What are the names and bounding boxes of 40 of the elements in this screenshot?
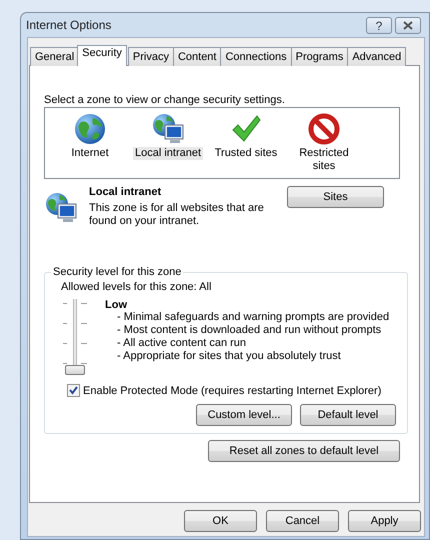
custom-level-button[interactable]: Custom level... (196, 404, 292, 426)
tab[interactable]: Security (77, 45, 127, 66)
default-level-button[interactable]: Default level (300, 404, 396, 426)
zone-item[interactable]: Trusted sites (212, 147, 280, 160)
zone-item[interactable]: Local intranet (132, 147, 204, 160)
description-line: - All active content can run (117, 337, 248, 350)
zone-item[interactable]: Restricted sites (285, 147, 363, 173)
allowed-levels-text: Allowed levels for this zone: All (61, 281, 212, 293)
close-icon (403, 21, 413, 30)
globe-icon (74, 112, 106, 144)
dialog-button[interactable]: Apply (348, 510, 421, 532)
globe-computer-icon (44, 192, 78, 224)
level-name: Low (105, 299, 127, 311)
tab[interactable]: Privacy (128, 47, 174, 66)
dialog-button[interactable]: OK (184, 510, 257, 532)
zone-description: This zone is for all websites that are found on your intranet. (89, 202, 265, 228)
tab[interactable]: Programs (290, 47, 348, 66)
description-line: - Appropriate for sites that you absolutely trust (117, 350, 342, 363)
zone-title: Local intranet (89, 186, 162, 198)
description-line: - Minimal safeguards and warning prompts are provided (117, 311, 390, 324)
checkmark-icon (230, 112, 262, 144)
help-button[interactable]: ? (366, 17, 392, 34)
tab[interactable]: Connections (220, 47, 292, 66)
group-label: Security level for this zone (52, 266, 182, 278)
dialog-button[interactable]: Cancel (266, 510, 339, 532)
window-title: Internet Options (26, 18, 112, 32)
tab[interactable]: Advanced (347, 47, 406, 66)
reset-button[interactable]: Reset all zones to default level (208, 440, 400, 462)
sites-button[interactable]: Sites (287, 186, 384, 208)
checkbox[interactable] (67, 384, 80, 397)
close-button[interactable] (395, 17, 421, 34)
tab[interactable]: Content (172, 47, 222, 66)
globe-computer-icon (151, 112, 185, 144)
no-entry-icon (308, 112, 340, 144)
checkbox-label: Enable Protected Mode (requires restarting Internet Explorer) (83, 384, 382, 396)
description-line: - Most content is downloaded and run without prompts (117, 324, 382, 337)
tab[interactable]: General (30, 47, 80, 66)
slider-thumb[interactable] (65, 365, 85, 375)
zone-item[interactable]: Internet (69, 147, 111, 160)
instruction-text: Select a zone to view or change security settings. (44, 94, 285, 106)
